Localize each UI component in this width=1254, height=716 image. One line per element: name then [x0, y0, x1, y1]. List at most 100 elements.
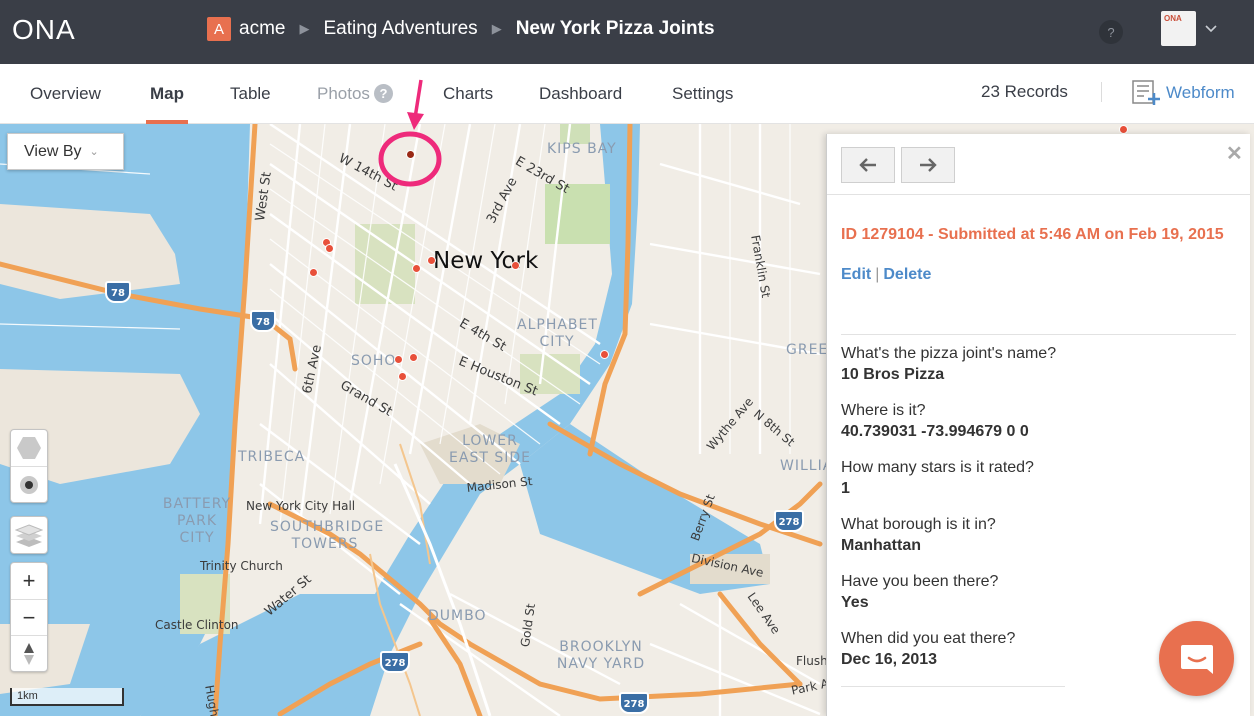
tab-map[interactable]: Map: [146, 84, 188, 124]
neighborhood-label: ALPHABET CITY: [517, 317, 598, 350]
answer-value: Dec 16, 2013: [841, 651, 938, 668]
ona-logo[interactable]: ONA: [12, 14, 76, 46]
question-label: Have you been there?: [841, 573, 999, 590]
chat-icon: [1180, 644, 1213, 674]
compass-button[interactable]: [11, 635, 47, 671]
tab-table[interactable]: Table: [230, 84, 271, 124]
map-scale: 1km: [10, 688, 124, 706]
poi-label: New York City Hall: [246, 499, 356, 513]
webform-label: Webform: [1166, 83, 1235, 102]
point-icon: [20, 475, 38, 494]
top-bar: ONA A acme ▶ Eating Adventures ▶ New Yor…: [0, 0, 1254, 64]
record-pin[interactable]: [409, 353, 418, 362]
answer-value: Yes: [841, 594, 869, 611]
submission-title: ID 1279104 - Submitted at 5:46 AM on Feb…: [841, 226, 1224, 243]
question-item: How many stars is it rated? 1: [841, 458, 1034, 500]
neighborhood-label: LOWER EAST SIDE: [449, 433, 531, 466]
photos-help-icon[interactable]: ?: [373, 84, 393, 103]
point-mode-button[interactable]: [11, 466, 47, 502]
action-separator: |: [875, 266, 880, 283]
tab-settings[interactable]: Settings: [672, 84, 733, 124]
tab-photos-label: Photos: [317, 84, 370, 103]
view-by-label: View By: [24, 142, 82, 160]
question-label: What borough is it in?: [841, 516, 996, 533]
neighborhood-label: TRIBECA: [238, 449, 306, 465]
neighborhood-label: BROOKLYN NAVY YARD: [556, 639, 646, 672]
chevron-down-icon: ⌄: [89, 146, 99, 158]
next-record-button[interactable]: [901, 147, 955, 183]
breadcrumb-form[interactable]: New York Pizza Joints: [516, 18, 715, 40]
delete-link[interactable]: Delete: [883, 266, 931, 283]
i278-shield: 278: [380, 651, 410, 673]
org-avatar[interactable]: ONA: [1161, 11, 1196, 46]
record-pin[interactable]: [511, 261, 520, 270]
record-pin[interactable]: [600, 350, 609, 359]
compass-icon: [24, 642, 34, 665]
edit-link[interactable]: Edit: [841, 266, 871, 283]
toolbar-divider: [1101, 82, 1102, 102]
breadcrumb-separator-icon: ▶: [299, 21, 310, 36]
question-item: When did you eat there? Dec 16, 2013: [841, 629, 1015, 671]
close-icon[interactable]: ✕: [1226, 141, 1243, 166]
i278-shield: 278: [774, 510, 804, 532]
neighborhood-label: KIPS BAY: [547, 141, 617, 157]
zoom-in-button[interactable]: +: [11, 563, 47, 599]
org-badge[interactable]: A: [207, 17, 231, 41]
highlight-circle-annotation: [378, 131, 442, 187]
webform-icon: [1132, 80, 1160, 105]
record-pin[interactable]: [427, 256, 436, 265]
record-pin[interactable]: [325, 244, 334, 253]
view-by-dropdown[interactable]: View By ⌄: [7, 133, 124, 170]
street-label: Flush: [796, 654, 828, 668]
record-actions: Edit | Delete: [841, 266, 931, 284]
question-item: Where is it? 40.739031 -73.994679 0 0: [841, 401, 1029, 443]
poi-label: Castle Clinton: [155, 618, 239, 632]
panel-divider: [841, 686, 1065, 687]
map-mode-controls: [10, 429, 48, 503]
breadcrumb-org[interactable]: acme: [239, 18, 285, 40]
question-label: How many stars is it rated?: [841, 459, 1034, 476]
layers-icon: [15, 524, 43, 547]
pointer-arrow-annotation: [407, 79, 424, 130]
org-avatar-text: ONA: [1164, 14, 1182, 23]
record-pin[interactable]: [1119, 125, 1128, 134]
webform-link[interactable]: Webform: [1132, 80, 1235, 106]
layers-button[interactable]: [11, 517, 47, 553]
answer-value: 1: [841, 480, 850, 497]
answer-value: 40.739031 -73.994679 0 0: [841, 423, 1029, 440]
record-pin[interactable]: [309, 268, 318, 277]
poi-label: Trinity Church: [200, 559, 283, 573]
record-pin[interactable]: [412, 264, 421, 273]
i78-shield: 78: [250, 310, 276, 332]
neighborhood-label: DUMBO: [428, 608, 487, 624]
answer-value: Manhattan: [841, 537, 921, 554]
neighborhood-label: GREE: [786, 342, 829, 358]
chevron-down-icon[interactable]: [1204, 22, 1218, 36]
zoom-out-button[interactable]: −: [11, 599, 47, 635]
arrow-left-icon: [859, 158, 876, 172]
neighborhood-label: SOHO: [351, 353, 397, 369]
breadcrumb-separator-icon: ▶: [491, 21, 502, 36]
tab-dashboard[interactable]: Dashboard: [539, 84, 622, 124]
question-label: What's the pizza joint's name?: [841, 345, 1057, 362]
previous-record-button[interactable]: [841, 147, 895, 183]
tab-overview[interactable]: Overview: [30, 84, 101, 124]
help-button[interactable]: ?: [1099, 20, 1123, 44]
i278-shield: 278: [619, 692, 649, 714]
chat-support-button[interactable]: [1159, 621, 1234, 696]
layers-control: [10, 516, 48, 554]
hexagon-icon: [17, 437, 41, 459]
hexbin-mode-button[interactable]: [11, 430, 47, 466]
tab-charts[interactable]: Charts: [443, 84, 493, 124]
record-pin[interactable]: [398, 372, 407, 381]
tab-photos[interactable]: Photos?: [317, 84, 393, 124]
panel-divider: [827, 194, 1250, 195]
breadcrumb-project[interactable]: Eating Adventures: [323, 18, 477, 40]
question-item: What's the pizza joint's name? 10 Bros P…: [841, 344, 1056, 386]
question-item: Have you been there? Yes: [841, 572, 998, 614]
neighborhood-label: SOUTHBRIDGE TOWERS: [270, 519, 385, 552]
question-label: Where is it?: [841, 402, 926, 419]
zoom-controls: + −: [10, 562, 48, 672]
record-pin[interactable]: [394, 355, 403, 364]
records-count: 23 Records: [981, 82, 1068, 101]
